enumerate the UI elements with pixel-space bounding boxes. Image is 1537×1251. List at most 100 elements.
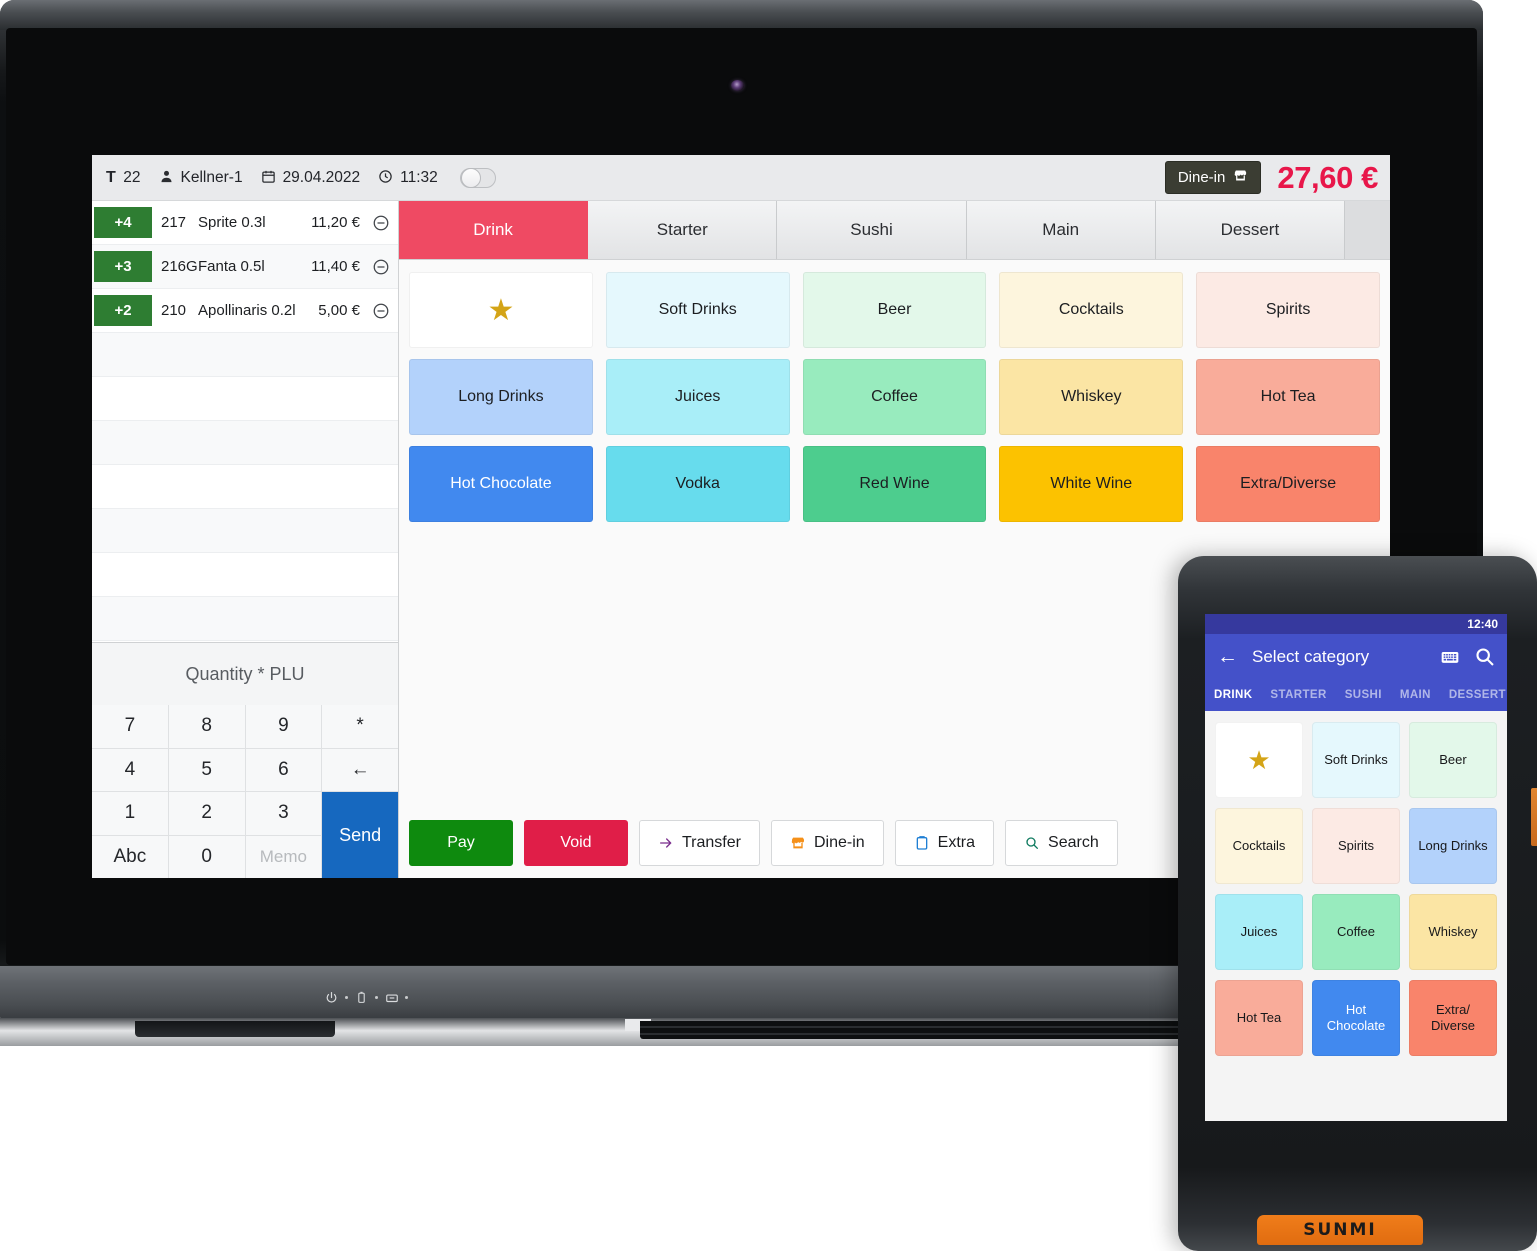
order-item-list[interactable]: +4 217 Sprite 0.3l 11,20 € +3 216G Fanta 0.5l 1… [92, 201, 398, 642]
phone-side-button[interactable] [1531, 788, 1537, 846]
category-tab-bar[interactable]: Drink Starter Sushi Main Dessert [399, 201, 1390, 260]
category-tab-drink[interactable]: Drink [399, 201, 589, 259]
phone-product-button-cocktails[interactable]: Cocktails [1215, 808, 1303, 884]
phone-status-bar: 12:40 [1205, 614, 1507, 634]
product-grid[interactable]: ★ Soft Drinks Beer Cocktails Spirits Long Dri… [409, 272, 1380, 522]
phone-product-button-beer[interactable]: Beer [1409, 722, 1497, 798]
product-button-juices[interactable]: Juices [605, 359, 790, 435]
phone-product-button-soft-drinks[interactable]: Soft Drinks [1312, 722, 1400, 798]
product-button-whiskey[interactable]: Whiskey [999, 359, 1184, 435]
order-qty-badge[interactable]: +3 [94, 251, 152, 282]
product-button-long-drinks[interactable]: Long Drinks [409, 359, 593, 435]
transfer-button[interactable]: Transfer [639, 820, 760, 866]
product-button-white-wine[interactable]: White Wine [999, 446, 1184, 522]
order-row-empty [92, 421, 398, 465]
product-button-soft-drinks[interactable]: Soft Drinks [605, 272, 790, 348]
keypad-key-3[interactable]: 3 [245, 792, 322, 835]
keypad-key-2[interactable]: 2 [168, 792, 245, 835]
phone-product-button-hot-chocolate[interactable]: Hot Chocolate [1312, 980, 1400, 1056]
phone-tab-starter[interactable]: STARTER [1270, 689, 1326, 701]
dine-in-button[interactable]: Dine-in [770, 820, 884, 866]
phone-product-button-spirits[interactable]: Spirits [1312, 808, 1400, 884]
product-button-spirits[interactable]: Spirits [1196, 272, 1380, 348]
order-qty-badge[interactable]: +4 [94, 207, 152, 238]
keypad-key-1[interactable]: 1 [92, 792, 168, 835]
phone-product-button-hot-tea[interactable]: Hot Tea [1215, 980, 1303, 1056]
product-button-hot-chocolate[interactable]: Hot Chocolate [409, 446, 593, 522]
phone-tab-main[interactable]: MAIN [1400, 689, 1431, 701]
category-tab-main[interactable]: Main [966, 201, 1156, 259]
category-tab-dessert[interactable]: Dessert [1155, 201, 1346, 259]
arrow-right-icon [658, 835, 674, 851]
keypad-key-9[interactable]: 9 [245, 705, 322, 748]
header-toggle-switch[interactable] [459, 167, 496, 188]
phone-screen: 12:40 ← Select category DRINK STARTER SUSH… [1205, 614, 1507, 1121]
product-button-extra-diverse[interactable]: Extra/Diverse [1196, 446, 1380, 522]
remove-item-icon[interactable] [372, 214, 390, 232]
star-icon: ★ [1247, 744, 1271, 775]
product-button-cocktails[interactable]: Cocktails [999, 272, 1184, 348]
keypad-key-4[interactable]: 4 [92, 748, 168, 791]
extra-button[interactable]: Extra [894, 820, 995, 866]
product-button-hot-tea[interactable]: Hot Tea [1196, 359, 1380, 435]
remove-item-icon[interactable] [372, 258, 390, 276]
keypad-key-0[interactable]: 0 [168, 835, 245, 878]
keyboard-icon[interactable] [1439, 646, 1460, 667]
keypad-key-abc[interactable]: Abc [92, 835, 168, 878]
keypad-key-7[interactable]: 7 [92, 705, 168, 748]
phone-category-tabs[interactable]: DRINK STARTER SUSHI MAIN DESSERT [1205, 679, 1507, 711]
pay-button[interactable]: Pay [409, 820, 513, 866]
order-type-label: Dine-in [1177, 169, 1226, 186]
product-button-red-wine[interactable]: Red Wine [802, 446, 987, 522]
send-button[interactable]: Send [322, 792, 398, 878]
waiter-indicator[interactable]: Kellner-1 [159, 169, 243, 187]
order-row[interactable]: +3 216G Fanta 0.5l 11,40 € [92, 245, 398, 289]
action-label: Pay [447, 834, 475, 851]
order-type-badge[interactable]: Dine-in [1164, 161, 1262, 194]
phone-tab-drink[interactable]: DRINK [1214, 689, 1252, 701]
product-button-coffee[interactable]: Coffee [802, 359, 987, 435]
clipboard-icon [914, 835, 930, 851]
category-tab-sushi[interactable]: Sushi [777, 201, 967, 259]
keypad-key-6[interactable]: 6 [245, 748, 322, 791]
phone-product-button-coffee[interactable]: Coffee [1312, 894, 1400, 970]
search-button[interactable]: Search [1005, 820, 1118, 866]
phone-tab-sushi[interactable]: SUSHI [1345, 689, 1382, 701]
product-favorites-button[interactable]: ★ [409, 272, 593, 348]
numeric-keypad[interactable]: 7 8 9 * 4 5 6 ← 1 2 3 Abc 0 Memo Send [92, 705, 398, 878]
order-qty-badge[interactable]: +2 [94, 295, 152, 326]
phone-grid-empty-space [1205, 1067, 1507, 1121]
order-row[interactable]: +2 210 Apollinaris 0.2l 5,00 € [92, 289, 398, 333]
monitor-top-bezel [0, 0, 1483, 30]
store-icon [1233, 168, 1248, 187]
date-indicator[interactable]: 29.04.2022 [261, 169, 360, 187]
phone-product-button-extra-diverse[interactable]: Extra/ Diverse [1409, 980, 1497, 1056]
category-tab-starter[interactable]: Starter [588, 201, 778, 259]
phone-app-bar: ← Select category [1205, 634, 1507, 679]
time-indicator[interactable]: 11:32 [378, 169, 438, 187]
remove-item-icon[interactable] [372, 302, 390, 320]
phone-product-button-long-drinks[interactable]: Long Drinks [1409, 808, 1497, 884]
order-row-empty [92, 333, 398, 377]
phone-tab-dessert[interactable]: DESSERT [1449, 689, 1506, 701]
keypad-key-8[interactable]: 8 [168, 705, 245, 748]
phone-product-button-whiskey[interactable]: Whiskey [1409, 894, 1497, 970]
phone-product-grid[interactable]: ★ Soft Drinks Beer Cocktails Spirits Long Dri… [1205, 711, 1507, 1067]
product-button-beer[interactable]: Beer [802, 272, 987, 348]
keypad-key-[interactable]: * [322, 705, 398, 748]
keypad-key-[interactable]: ← [322, 748, 398, 791]
order-total: 27,60 € [1277, 159, 1378, 195]
keypad-key-memo[interactable]: Memo [245, 835, 322, 878]
bezel-dot [375, 995, 378, 999]
back-arrow-icon[interactable]: ← [1217, 646, 1238, 667]
order-row[interactable]: +4 217 Sprite 0.3l 11,20 € [92, 201, 398, 245]
product-button-vodka[interactable]: Vodka [605, 446, 790, 522]
search-icon[interactable] [1474, 646, 1495, 667]
keypad-key-5[interactable]: 5 [168, 748, 245, 791]
table-indicator[interactable]: T 22 [106, 169, 141, 187]
sunmi-brand-bar: SUNMI [1257, 1215, 1423, 1245]
void-button[interactable]: Void [524, 820, 628, 866]
phone-favorites-button[interactable]: ★ [1215, 722, 1303, 798]
phone-product-button-juices[interactable]: Juices [1215, 894, 1303, 970]
action-label: Dine-in [813, 834, 865, 851]
